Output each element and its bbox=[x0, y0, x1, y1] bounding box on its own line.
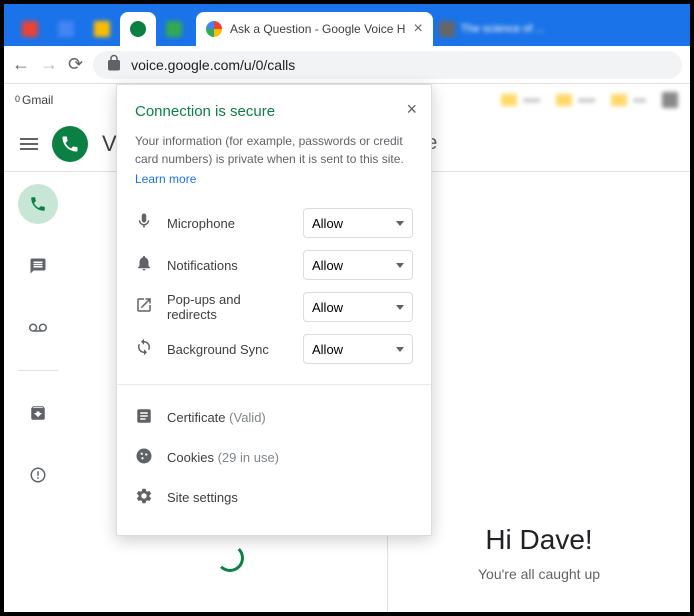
tab-inactive[interactable] bbox=[48, 12, 84, 46]
permission-sync: Background Sync Allow bbox=[135, 328, 413, 370]
site-settings-row[interactable]: Site settings bbox=[135, 477, 413, 517]
sidebar bbox=[4, 172, 72, 612]
permission-popups: Pop-ups and redirects Allow bbox=[135, 286, 413, 328]
sidebar-spam[interactable] bbox=[18, 455, 58, 495]
tab-google-voice-help[interactable]: Ask a Question - Google Voice H × bbox=[196, 12, 433, 46]
bookmark-item[interactable] bbox=[662, 92, 678, 108]
certificate-icon bbox=[135, 407, 153, 428]
gear-icon bbox=[135, 487, 153, 508]
google-voice-logo bbox=[52, 126, 88, 162]
tab-inactive[interactable] bbox=[156, 12, 192, 46]
sidebar-voicemail[interactable] bbox=[18, 308, 58, 348]
lock-icon[interactable] bbox=[105, 54, 123, 75]
sidebar-messages[interactable] bbox=[18, 246, 58, 286]
tab-active[interactable] bbox=[120, 12, 156, 46]
url-text: voice.google.com/u/0/calls bbox=[131, 57, 295, 73]
permission-notifications: Notifications Allow bbox=[135, 244, 413, 286]
menu-button[interactable] bbox=[20, 138, 38, 150]
tab-inactive[interactable] bbox=[84, 12, 120, 46]
cookies-row[interactable]: Cookies (29 in use) bbox=[135, 437, 413, 477]
tab-inactive[interactable]: The science of ... bbox=[433, 12, 551, 46]
bookmark-folder[interactable]: ▪▪▪▪ bbox=[556, 93, 595, 107]
greeting-sub: You're all caught up bbox=[478, 566, 600, 582]
bell-icon bbox=[135, 254, 153, 277]
cookie-icon bbox=[135, 447, 153, 468]
bookmark-folder[interactable]: ▪▪▪ bbox=[611, 93, 646, 107]
google-icon bbox=[206, 21, 222, 37]
address-bar[interactable]: voice.google.com/u/0/calls bbox=[93, 51, 682, 79]
bookmark-gmail[interactable]: 0 Gmail bbox=[16, 93, 53, 107]
bookmark-folder[interactable]: ▪▪▪▪ bbox=[501, 93, 540, 107]
tab-inactive[interactable] bbox=[12, 12, 48, 46]
learn-more-link[interactable]: Learn more bbox=[135, 172, 196, 186]
close-icon[interactable]: × bbox=[413, 20, 422, 38]
sync-icon bbox=[135, 338, 153, 361]
popup-icon bbox=[135, 296, 153, 319]
popups-select[interactable]: Allow bbox=[303, 292, 413, 322]
tab-title: Ask a Question - Google Voice H bbox=[230, 22, 405, 36]
popup-title: Connection is secure bbox=[135, 103, 413, 120]
detail-panel: Hi Dave! You're all caught up bbox=[388, 172, 690, 612]
back-button[interactable]: ← bbox=[12, 54, 30, 75]
notifications-select[interactable]: Allow bbox=[303, 250, 413, 280]
microphone-select[interactable]: Allow bbox=[303, 208, 413, 238]
browser-toolbar: ← → ⟳ voice.google.com/u/0/calls bbox=[4, 46, 690, 84]
tab-strip: Ask a Question - Google Voice H × The sc… bbox=[4, 4, 690, 46]
reload-button[interactable]: ⟳ bbox=[68, 54, 83, 75]
microphone-icon bbox=[135, 212, 153, 235]
greeting-text: Hi Dave! bbox=[485, 524, 592, 556]
close-icon[interactable]: × bbox=[406, 99, 417, 120]
permission-microphone: Microphone Allow bbox=[135, 202, 413, 244]
popup-description: Your information (for example, passwords… bbox=[135, 132, 413, 168]
certificate-row[interactable]: Certificate (Valid) bbox=[135, 397, 413, 437]
forward-button: → bbox=[40, 54, 58, 75]
sidebar-calls[interactable] bbox=[18, 184, 58, 224]
loading-spinner bbox=[216, 544, 244, 572]
site-info-popup: × Connection is secure Your information … bbox=[116, 84, 432, 536]
sidebar-archive[interactable] bbox=[18, 393, 58, 433]
sync-select[interactable]: Allow bbox=[303, 334, 413, 364]
